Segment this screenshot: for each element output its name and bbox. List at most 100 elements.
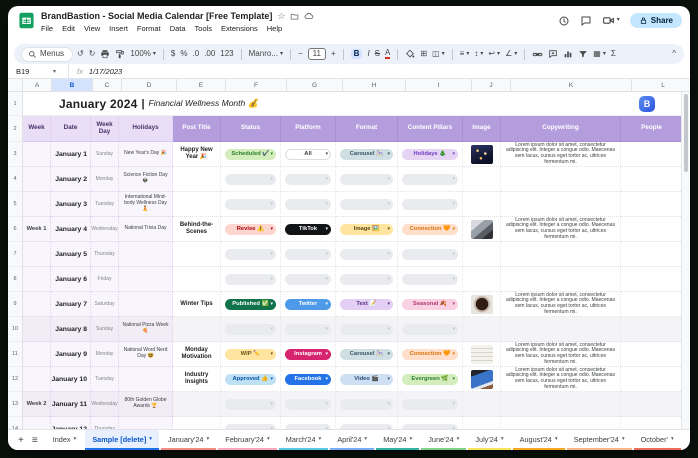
name-box[interactable]: B19 ▾: [16, 67, 60, 76]
sheet-tab-january-24[interactable]: January'24▾: [161, 430, 216, 450]
menu-file[interactable]: File: [41, 24, 53, 33]
select-all-corner[interactable]: [8, 79, 23, 91]
row-header-1[interactable]: 1: [8, 92, 23, 116]
menu-insert[interactable]: Insert: [109, 24, 128, 33]
status-dropdown[interactable]: ▾: [225, 249, 276, 260]
italic-button[interactable]: I: [367, 50, 369, 58]
sheet-tab-june-24[interactable]: June'24▾: [421, 430, 466, 450]
vertical-align-button[interactable]: ↕▾: [474, 50, 483, 58]
row-header-11[interactable]: 11: [8, 342, 23, 367]
format-dropdown[interactable]: ▾: [340, 274, 393, 285]
sketch-thumbnail[interactable]: [471, 345, 493, 364]
status-dropdown[interactable]: Scheduled ✔️▾: [225, 149, 276, 160]
functions-button[interactable]: Σ: [611, 50, 616, 58]
column-header-A[interactable]: A: [23, 79, 52, 91]
format-dropdown[interactable]: Text 📝▾: [340, 299, 393, 310]
pillar-dropdown[interactable]: Connection 🧡▾: [402, 224, 458, 235]
print-button[interactable]: [100, 49, 110, 59]
horizontal-align-button[interactable]: ≡▾: [460, 50, 470, 58]
meet-video-icon[interactable]: ▾: [602, 14, 620, 27]
format-dropdown[interactable]: ▾: [340, 199, 393, 210]
borders-button[interactable]: ⊞: [420, 50, 427, 58]
menu-format[interactable]: Format: [137, 24, 161, 33]
status-dropdown[interactable]: ▾: [225, 424, 276, 430]
sheet-tab-october-[interactable]: October'▾: [634, 430, 681, 450]
pillar-dropdown[interactable]: ▾: [402, 199, 458, 210]
undo-button[interactable]: ↺: [77, 50, 84, 58]
row-header-2[interactable]: 2: [8, 116, 23, 142]
redo-button[interactable]: ↻: [89, 50, 96, 58]
platform-dropdown[interactable]: ▾: [285, 199, 331, 210]
format-dropdown[interactable]: ▾: [340, 424, 393, 430]
row-header-13[interactable]: 13: [8, 392, 23, 417]
sheet-tab-september-24[interactable]: September'24▾: [567, 430, 632, 450]
version-history-icon[interactable]: [558, 15, 570, 27]
column-header-L[interactable]: L: [632, 79, 690, 91]
platform-dropdown[interactable]: ▾: [285, 424, 331, 430]
fireworks-thumbnail[interactable]: [471, 145, 493, 164]
strikethrough-button[interactable]: S: [375, 50, 380, 58]
decrease-font-size-button[interactable]: −: [298, 50, 303, 58]
font-size-button[interactable]: 11: [308, 48, 326, 60]
pillar-dropdown[interactable]: ▾: [402, 399, 458, 410]
format-dropdown[interactable]: Carousel 🎠▾: [340, 149, 393, 160]
font-select-button[interactable]: Manro...▾: [249, 50, 283, 58]
format-dropdown[interactable]: ▾: [340, 249, 393, 260]
text-rotation-button[interactable]: ∠▾: [505, 50, 517, 58]
zoom-select-button[interactable]: 100%▾: [130, 50, 155, 58]
more-formats-button[interactable]: 123: [220, 50, 233, 58]
sheet-tab-may-24[interactable]: May'24▾: [376, 430, 419, 450]
text-wrap-button[interactable]: ↩▾: [488, 50, 500, 58]
row-header-6[interactable]: 6: [8, 217, 23, 242]
platform-dropdown[interactable]: TikTok▾: [285, 224, 331, 235]
row-header-5[interactable]: 5: [8, 192, 23, 217]
status-dropdown[interactable]: ▾: [225, 324, 276, 335]
google-sheets-icon[interactable]: [18, 12, 35, 29]
row-header-8[interactable]: 8: [8, 267, 23, 292]
platform-dropdown[interactable]: ▾: [285, 249, 331, 260]
cloud-status-icon[interactable]: [304, 11, 314, 21]
decrease-decimals-button[interactable]: .0: [192, 50, 199, 58]
format-dropdown[interactable]: ▾: [340, 174, 393, 185]
platform-dropdown[interactable]: Facebook▾: [285, 374, 331, 385]
menu-extensions[interactable]: Extensions: [221, 24, 258, 33]
platform-dropdown[interactable]: ▾: [285, 399, 331, 410]
pillar-dropdown[interactable]: ▾: [402, 324, 458, 335]
platform-dropdown[interactable]: All▾: [285, 149, 331, 160]
comment-history-icon[interactable]: [580, 15, 592, 27]
column-header-J[interactable]: J: [472, 79, 511, 91]
column-header-G[interactable]: G: [287, 79, 343, 91]
row-header-4[interactable]: 4: [8, 167, 23, 192]
merge-cells-button[interactable]: ◫▾: [432, 50, 445, 58]
column-header-I[interactable]: I: [406, 79, 472, 91]
status-dropdown[interactable]: Revise ⚠️▾: [225, 224, 276, 235]
coffee-thumbnail[interactable]: [471, 295, 493, 314]
status-dropdown[interactable]: Published ✅▾: [225, 299, 276, 310]
pillar-dropdown[interactable]: ▾: [402, 274, 458, 285]
column-header-F[interactable]: F: [226, 79, 287, 91]
column-header-K[interactable]: K: [511, 79, 632, 91]
insert-comment-button[interactable]: [548, 49, 558, 59]
format-currency-button[interactable]: $: [171, 50, 175, 58]
formula-input[interactable]: 1/17/2023: [89, 67, 122, 76]
tablet-thumbnail[interactable]: [471, 370, 493, 389]
move-folder-icon[interactable]: [290, 12, 299, 21]
format-dropdown[interactable]: Image 🖼️▾: [340, 224, 393, 235]
row-header-10[interactable]: 10: [8, 317, 23, 342]
menu-help[interactable]: Help: [267, 24, 282, 33]
menu-view[interactable]: View: [84, 24, 100, 33]
insert-link-button[interactable]: [532, 49, 543, 60]
format-percent-button[interactable]: %: [180, 50, 187, 58]
format-dropdown[interactable]: Carousel 🎠▾: [340, 349, 393, 360]
share-button[interactable]: Share: [630, 13, 682, 28]
column-header-E[interactable]: E: [177, 79, 226, 91]
column-header-B[interactable]: B: [52, 79, 93, 91]
status-dropdown[interactable]: ▾: [225, 174, 276, 185]
sheet-tab-april-24[interactable]: April'24▾: [330, 430, 374, 450]
pillar-dropdown[interactable]: ▾: [402, 174, 458, 185]
row-header-3[interactable]: 3: [8, 142, 23, 167]
add-sheet-button[interactable]: +: [18, 435, 24, 446]
format-dropdown[interactable]: ▾: [340, 324, 393, 335]
table-views-button[interactable]: ▦▾: [593, 50, 606, 58]
vertical-scrollbar[interactable]: [681, 92, 690, 429]
